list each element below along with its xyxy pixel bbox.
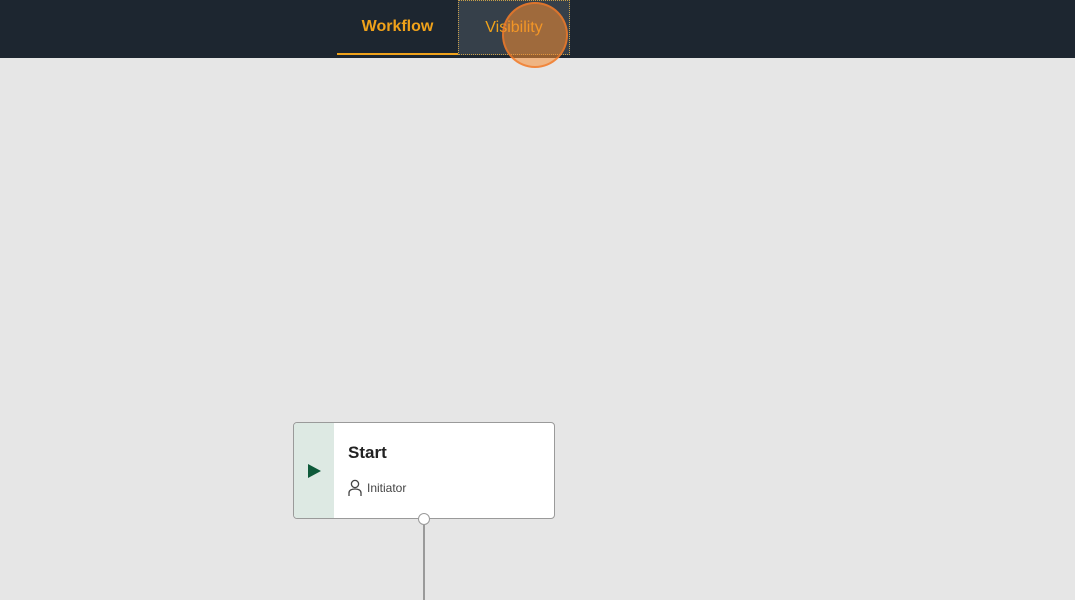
- top-navigation-bar: Workflow Visibility: [0, 0, 1075, 58]
- person-icon: [348, 479, 362, 496]
- tab-visibility-label: Visibility: [485, 18, 543, 36]
- start-node[interactable]: Start Initiator: [293, 422, 555, 519]
- tab-visibility[interactable]: Visibility: [458, 0, 570, 55]
- connector-line: [423, 525, 425, 600]
- play-icon: [308, 463, 321, 478]
- start-node-rail: [294, 423, 334, 518]
- tab-workflow[interactable]: Workflow: [337, 0, 458, 55]
- node-title: Start: [348, 443, 387, 462]
- tab-workflow-label: Workflow: [361, 17, 434, 35]
- node-role-label: Initiator: [367, 481, 407, 495]
- node-role: Initiator: [348, 479, 406, 497]
- connector-handle[interactable]: [418, 513, 430, 525]
